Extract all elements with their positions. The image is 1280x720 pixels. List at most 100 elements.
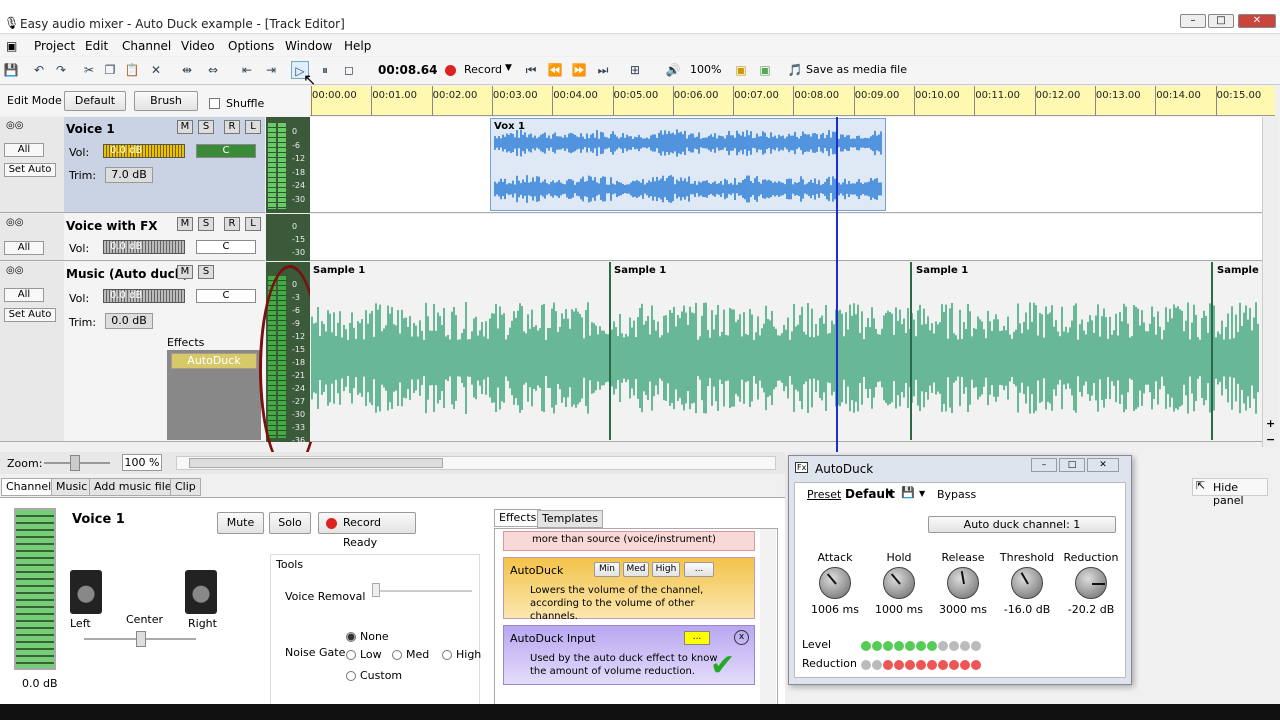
link-button[interactable]: L <box>245 120 261 134</box>
effects-list[interactable]: more than source (voice/instrument) Auto… <box>494 528 778 710</box>
close-button[interactable]: ✕ <box>1238 14 1276 28</box>
layer2-icon[interactable]: ▣ <box>756 61 774 79</box>
mute-button[interactable]: M <box>177 120 193 134</box>
layer-icon[interactable]: ▣ <box>732 61 750 79</box>
redo-icon[interactable]: ↷ <box>52 61 70 79</box>
menu-edit[interactable]: Edit <box>85 39 108 53</box>
menu-video[interactable]: Video <box>181 39 215 53</box>
fx-item-autoduck[interactable]: AutoDuck Min Med High ... Lowers the vol… <box>503 557 755 622</box>
track-options-icon[interactable]: ◎◎ <box>6 265 23 276</box>
menu-window[interactable]: Window <box>285 39 332 53</box>
media-file-icon[interactable]: 🎵 <box>786 61 804 79</box>
fx-remove-icon[interactable]: x <box>734 630 749 645</box>
volume-slider[interactable]: 0.0 dB <box>103 144 185 158</box>
knob-threshold[interactable] <box>1011 567 1043 599</box>
auto-duck-channel-button[interactable]: Auto duck channel: 1 <box>928 516 1116 533</box>
pan-control[interactable]: C <box>196 289 256 303</box>
dialog-maximize[interactable]: □ <box>1059 458 1085 472</box>
solo-button[interactable]: S <box>198 120 214 134</box>
dialog-close[interactable]: ✕ <box>1087 458 1119 472</box>
shuffle-checkbox[interactable] <box>209 98 220 109</box>
record-arm-button[interactable]: R <box>224 217 240 231</box>
mute-button[interactable]: Mute <box>217 512 264 534</box>
record-arm-button[interactable]: R <box>224 120 240 134</box>
track-options-icon[interactable]: ◎◎ <box>6 120 23 131</box>
brush-mode-button[interactable]: Brush <box>134 91 198 111</box>
playhead[interactable] <box>836 117 838 452</box>
bypass-button[interactable]: Bypass <box>937 488 976 501</box>
tab-clip[interactable]: Clip <box>170 478 201 496</box>
dialog-minimize[interactable]: – <box>1031 458 1057 472</box>
zoom-in-icon[interactable]: + <box>1266 417 1275 430</box>
ng-custom[interactable]: Custom <box>346 669 402 682</box>
trim-icon[interactable]: ⇔ <box>204 61 222 79</box>
default-mode-button[interactable]: Default <box>64 91 126 111</box>
mute-button[interactable]: M <box>177 265 193 279</box>
all-button[interactable]: All <box>4 143 44 157</box>
fx-scrollbar[interactable] <box>760 529 776 709</box>
set-auto-button[interactable]: Set Auto <box>4 163 56 177</box>
fx-level-med[interactable]: Med <box>623 562 649 577</box>
track-name[interactable]: Voice with FX <box>66 219 158 233</box>
voice-removal-thumb[interactable] <box>372 583 380 597</box>
skip-end-icon[interactable]: ⏭ <box>594 61 612 79</box>
pan-control[interactable]: C <box>196 144 256 158</box>
paste-icon[interactable]: 📋 <box>123 61 141 79</box>
cut-icon[interactable]: ✂ <box>80 61 98 79</box>
ng-none[interactable]: None <box>346 630 389 643</box>
forward-icon[interactable]: ⏩ <box>570 61 588 79</box>
preset-save-icon[interactable]: 💾 <box>901 486 915 499</box>
all-button[interactable]: All <box>4 288 44 302</box>
skip-start-icon[interactable]: ⏮ <box>522 61 540 79</box>
clip-vox-1[interactable]: Vox 1 <box>490 118 886 211</box>
menu-help[interactable]: Help <box>344 39 371 53</box>
track-options-icon[interactable]: ◎◎ <box>6 217 23 228</box>
fx-level-high[interactable]: High <box>652 562 680 577</box>
link-button[interactable]: L <box>245 217 261 231</box>
knob-hold[interactable] <box>883 567 915 599</box>
rewind-icon[interactable]: ⏪ <box>546 61 564 79</box>
fx-adi-button[interactable]: ... <box>684 631 710 645</box>
knob-release[interactable] <box>947 567 979 599</box>
tab-effects[interactable]: Effects <box>494 509 542 527</box>
zoom-value[interactable]: 100 % <box>122 454 162 471</box>
tab-templates[interactable]: Templates <box>537 510 603 528</box>
voice-removal-slider[interactable] <box>372 590 472 592</box>
preset-label[interactable]: Preset <box>807 488 841 501</box>
knob-attack[interactable] <box>819 567 851 599</box>
record-dropdown-icon[interactable]: ▼ <box>505 63 512 73</box>
lane-music[interactable]: Sample 1 Sample 1 Sample 1 Sample 1 <box>310 262 1270 442</box>
volume-slider[interactable]: 0.0 dB <box>103 240 185 254</box>
maximize-button[interactable]: □ <box>1208 14 1234 28</box>
pause-icon[interactable]: ⏸ <box>316 61 334 79</box>
effect-autoduck[interactable]: AutoDuck <box>171 353 257 369</box>
undo-icon[interactable]: ↶ <box>30 61 48 79</box>
solo-button[interactable]: S <box>198 217 214 231</box>
pan-control[interactable]: C <box>196 240 256 254</box>
solo-button[interactable]: Solo <box>269 512 311 534</box>
solo-button[interactable]: S <box>198 265 214 279</box>
delete-icon[interactable]: ✕ <box>147 61 165 79</box>
ng-low[interactable]: Low <box>346 648 382 661</box>
horizontal-scrollbar[interactable] <box>176 456 776 470</box>
save-dropdown-icon[interactable]: ▼ <box>919 489 925 498</box>
stop-icon[interactable]: ◻ <box>340 61 358 79</box>
minimize-button[interactable]: – <box>1180 14 1206 28</box>
trim-value[interactable]: 0.0 dB <box>105 313 153 329</box>
ng-med[interactable]: Med <box>392 648 429 661</box>
ng-high[interactable]: High <box>442 648 481 661</box>
track-name[interactable]: Voice 1 <box>66 122 115 136</box>
timeline-ruler[interactable]: 00:00.00 00:01.00 00:02.00 00:03.00 00:04.00… <box>310 86 1275 116</box>
record-button[interactable]: Record <box>464 63 502 76</box>
save-icon[interactable]: 💾 <box>2 61 20 79</box>
split-icon[interactable]: ⇹ <box>178 61 196 79</box>
record-icon[interactable] <box>445 65 456 76</box>
knob-reduction[interactable] <box>1075 567 1107 599</box>
fx-item-autoduck-input[interactable]: AutoDuck Input ... x Used by the auto du… <box>503 625 755 685</box>
volume-slider[interactable]: 0.0 dB <box>103 289 185 303</box>
save-media-button[interactable]: Save as media file <box>806 63 907 76</box>
menu-channel[interactable]: Channel <box>122 39 171 53</box>
set-auto-button[interactable]: Set Auto <box>4 308 56 322</box>
fx-level-more[interactable]: ... <box>684 562 714 577</box>
marker-left-icon[interactable]: ⇤ <box>238 61 256 79</box>
